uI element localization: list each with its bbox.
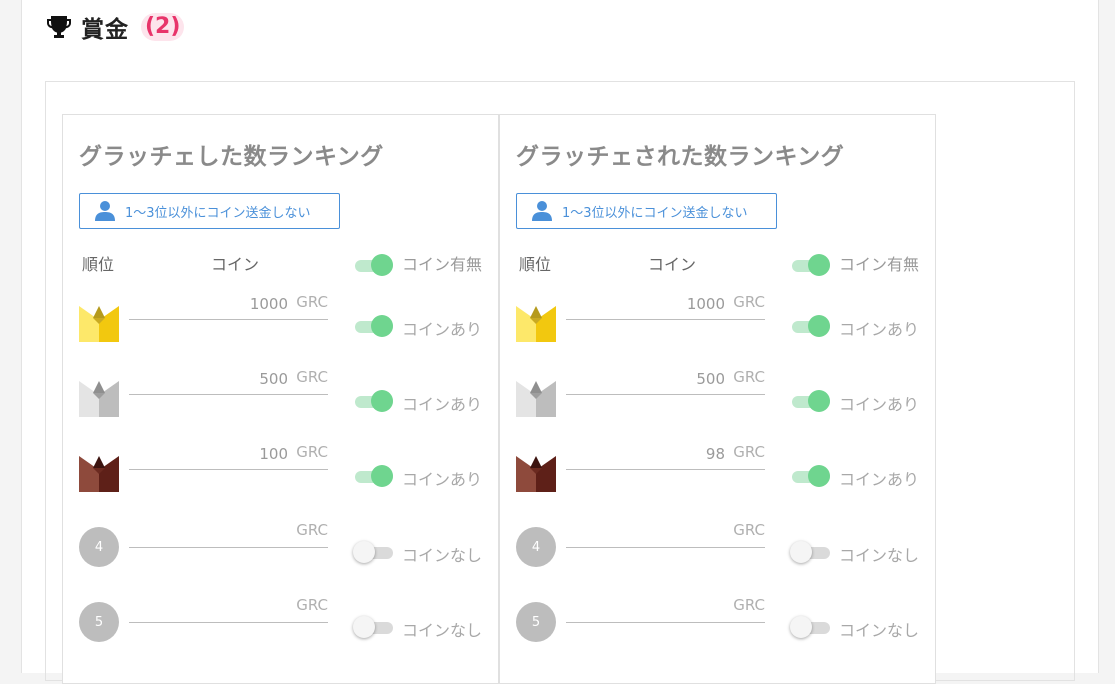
toggle-knob: [371, 465, 393, 487]
gold-crown-icon: [79, 306, 119, 342]
no-coin-outside-top3-button[interactable]: 1〜3位以外にコイン送金しない: [516, 193, 777, 229]
prize-count-badge: (2): [141, 13, 185, 41]
ranking-panel-2: グラッチェされた数ランキング 1〜3位以外にコイン送金しない順位 コイン コイン有無 G…: [499, 114, 936, 684]
user-icon: [532, 201, 552, 221]
coin-toggle-label: コインあり: [839, 320, 920, 339]
toggle-knob: [353, 541, 375, 563]
toggle-knob: [808, 390, 830, 412]
coin-unit: GRC: [733, 368, 765, 386]
coin-unit: GRC: [296, 293, 328, 311]
column-header-coin-flag: コイン有無: [839, 255, 920, 274]
coin-unit: GRC: [733, 596, 765, 614]
rank-number-badge: 5: [79, 602, 119, 642]
coin-unit: GRC: [296, 368, 328, 386]
coin-toggle-label: コインあり: [839, 395, 920, 414]
toggle-knob: [808, 254, 830, 276]
coin-toggle[interactable]: [790, 390, 832, 414]
button-label: 1〜3位以外にコイン送金しない: [125, 205, 311, 221]
coin-toggle[interactable]: [353, 315, 395, 339]
coin-amount-field[interactable]: GRC: [129, 366, 328, 395]
user-icon: [95, 201, 115, 221]
coin-amount-field[interactable]: GRC: [566, 594, 765, 623]
button-label: 1〜3位以外にコイン送金しない: [562, 205, 748, 221]
coin-toggle-label: コインなし: [839, 546, 920, 565]
rank-number-badge: 4: [516, 527, 556, 567]
coin-unit: GRC: [296, 521, 328, 539]
panel-title: グラッチェされた数ランキング: [516, 144, 845, 170]
coin-toggle-label: コインあり: [839, 470, 920, 489]
coin-toggle[interactable]: [353, 541, 395, 565]
coin-toggle[interactable]: [790, 315, 832, 339]
coin-unit: GRC: [733, 293, 765, 311]
toggle-knob: [371, 254, 393, 276]
bronze-crown-icon: [79, 456, 119, 492]
coin-unit: GRC: [296, 596, 328, 614]
coin-amount-field[interactable]: GRC: [129, 291, 328, 320]
column-header-coin: コイン: [211, 255, 260, 274]
prize-header: 賞金 (2): [45, 10, 185, 44]
coin-toggle[interactable]: [790, 616, 832, 640]
coin-unit: GRC: [733, 443, 765, 461]
column-header-rank: 順位: [519, 255, 552, 274]
prize-title: 賞金: [81, 17, 129, 43]
coin-amount-field[interactable]: GRC: [566, 441, 765, 470]
toggle-knob: [790, 616, 812, 638]
gold-crown-icon: [516, 306, 556, 342]
coin-toggle-label: コインなし: [402, 621, 483, 640]
toggle-knob: [808, 465, 830, 487]
coin-toggle-label: コインあり: [402, 470, 483, 489]
coin-toggle-label: コインなし: [402, 546, 483, 565]
coin-amount-field[interactable]: GRC: [129, 519, 328, 548]
silver-crown-icon: [79, 381, 119, 417]
coin-toggle[interactable]: [790, 541, 832, 565]
silver-crown-icon: [516, 381, 556, 417]
coin-amount-field[interactable]: GRC: [129, 441, 328, 470]
ranking-panel-1: グラッチェした数ランキング 1〜3位以外にコイン送金しない順位 コイン コイン有無 GR…: [62, 114, 499, 684]
no-coin-outside-top3-button[interactable]: 1〜3位以外にコイン送金しない: [79, 193, 340, 229]
coin-amount-field[interactable]: GRC: [566, 291, 765, 320]
toggle-knob: [353, 616, 375, 638]
column-header-rank: 順位: [82, 255, 115, 274]
coin-toggle-label: コインあり: [402, 395, 483, 414]
toggle-all-coin[interactable]: [353, 254, 395, 278]
panel-title: グラッチェした数ランキング: [79, 144, 384, 170]
coin-toggle-label: コインあり: [402, 320, 483, 339]
coin-toggle[interactable]: [353, 390, 395, 414]
coin-toggle[interactable]: [790, 465, 832, 489]
coin-unit: GRC: [733, 521, 765, 539]
column-header-coin: コイン: [648, 255, 697, 274]
toggle-all-coin[interactable]: [790, 254, 832, 278]
coin-amount-field[interactable]: GRC: [129, 594, 328, 623]
coin-unit: GRC: [296, 443, 328, 461]
rank-number-badge: 4: [79, 527, 119, 567]
toggle-knob: [371, 390, 393, 412]
coin-toggle[interactable]: [353, 616, 395, 640]
coin-toggle[interactable]: [353, 465, 395, 489]
trophy-icon: [47, 16, 71, 38]
toggle-knob: [790, 541, 812, 563]
toggle-knob: [808, 315, 830, 337]
coin-toggle-label: コインなし: [839, 621, 920, 640]
coin-amount-field[interactable]: GRC: [566, 366, 765, 395]
toggle-knob: [371, 315, 393, 337]
bronze-crown-icon: [516, 456, 556, 492]
rank-number-badge: 5: [516, 602, 556, 642]
coin-amount-field[interactable]: GRC: [566, 519, 765, 548]
column-header-coin-flag: コイン有無: [402, 255, 483, 274]
